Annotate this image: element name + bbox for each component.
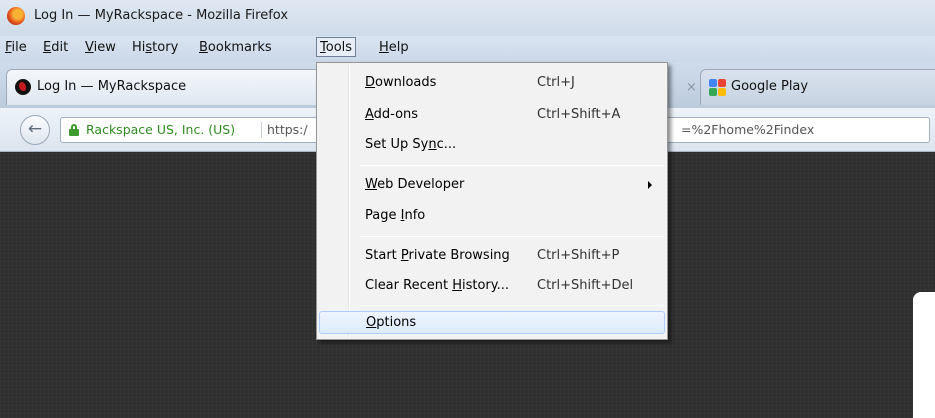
google-play-icon — [709, 79, 727, 96]
tab-close-icon[interactable]: × — [686, 80, 697, 95]
window-title: Log In — MyRackspace - Mozilla Firefox — [34, 8, 289, 23]
site-identity[interactable]: Rackspace US, Inc. (US) — [86, 122, 235, 137]
tab-label: Google Play — [731, 79, 809, 94]
submenu-arrow-icon — [648, 181, 652, 189]
menu-separator — [360, 236, 664, 237]
menu-view[interactable]: View — [85, 40, 116, 60]
firefox-icon[interactable] — [7, 7, 25, 25]
menu-bar: File Edit View History Bookmarks Tools H… — [0, 36, 935, 62]
tab-myrackspace[interactable]: Log In — MyRackspace — [6, 69, 324, 105]
rackspace-icon — [15, 79, 31, 95]
menu-separator — [360, 165, 664, 166]
menu-item-private-browsing[interactable]: Start Private Browsing Ctrl+Shift+P — [319, 245, 665, 268]
menu-item-clear-history[interactable]: Clear Recent History... Ctrl+Shift+Del — [319, 275, 665, 298]
tools-dropdown-menu: Downloads Ctrl+J Add-ons Ctrl+Shift+A Se… — [316, 62, 668, 340]
menu-item-options[interactable]: Options — [319, 311, 665, 334]
menu-item-set-up-sync[interactable]: Set Up Sync... — [319, 134, 665, 157]
menu-bookmarks[interactable]: Bookmarks — [199, 40, 272, 60]
menu-help[interactable]: Help — [379, 40, 409, 60]
menu-tools[interactable]: Tools — [316, 37, 357, 57]
login-panel — [913, 292, 935, 418]
menu-history[interactable]: History — [132, 40, 178, 60]
menu-edit[interactable]: Edit — [43, 40, 68, 60]
url-separator — [261, 122, 262, 138]
title-bar: Log In — MyRackspace - Mozilla Firefox — [0, 0, 935, 36]
lock-icon — [69, 124, 79, 136]
tab-label: Log In — MyRackspace — [37, 79, 187, 94]
tab-google-play[interactable]: Google Play — [700, 69, 935, 105]
url-text-start[interactable]: https:/ — [267, 122, 308, 137]
url-text-end[interactable]: =%2Fhome%2Findex — [681, 122, 814, 137]
menu-item-page-info[interactable]: Page Info — [319, 205, 665, 228]
menu-item-web-developer[interactable]: Web Developer — [319, 174, 665, 197]
menu-item-add-ons[interactable]: Add-ons Ctrl+Shift+A — [319, 104, 665, 127]
menu-file[interactable]: File — [5, 40, 27, 60]
menu-item-downloads[interactable]: Downloads Ctrl+J — [319, 72, 665, 95]
menu-separator — [360, 305, 664, 306]
back-button[interactable]: ← — [20, 115, 50, 145]
